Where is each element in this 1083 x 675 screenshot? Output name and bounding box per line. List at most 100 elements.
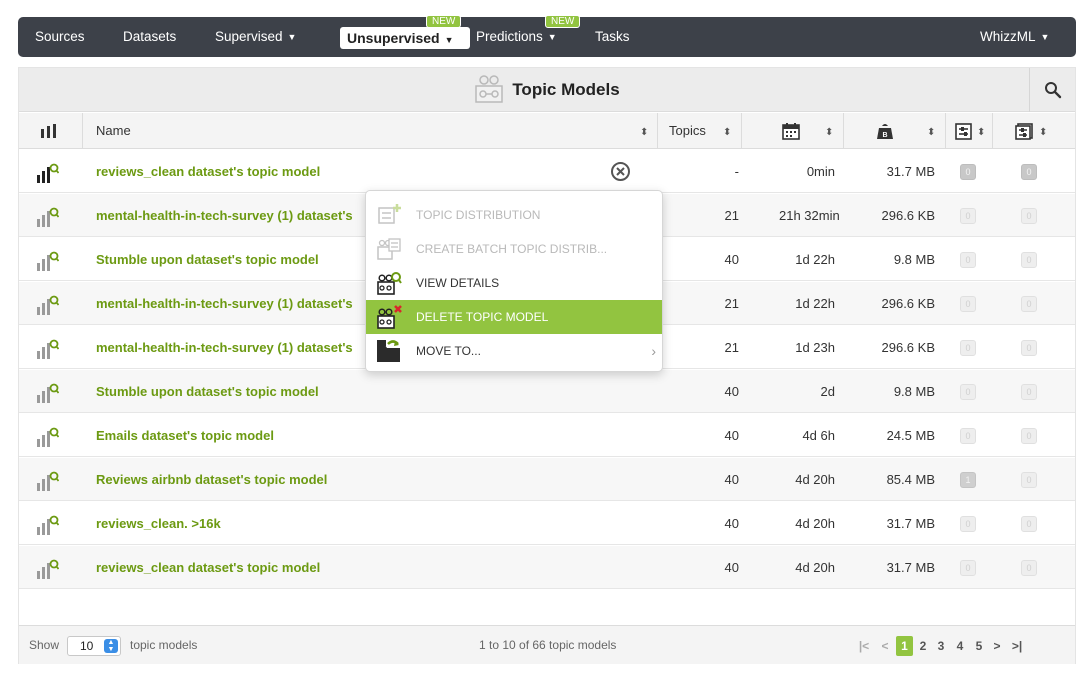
batch-topic-distributions-count-badge[interactable]: 0 — [1021, 428, 1037, 444]
row-name-link[interactable]: reviews_clean dataset's topic model — [96, 150, 320, 193]
topic-distributions-count-badge[interactable]: 0 — [960, 296, 976, 312]
topic-model-row-icon[interactable] — [37, 326, 67, 369]
column-topics-header[interactable]: Topics — [669, 113, 706, 149]
page-button-4[interactable]: 4 — [953, 636, 967, 656]
topic-model-row-icon[interactable] — [37, 150, 67, 193]
row-name-link[interactable]: Stumble upon dataset's topic model — [96, 370, 319, 413]
nav-whizzml-label: WhizzML — [980, 29, 1036, 44]
topic-distributions-count-badge[interactable]: 0 — [960, 560, 976, 576]
row-size: 9.8 MB — [893, 252, 935, 267]
sort-name-icon[interactable]: ⬍ — [640, 113, 648, 149]
sort-btd-icon[interactable]: ⬍ — [1039, 113, 1047, 149]
row-age: 4d 20h — [795, 472, 835, 487]
row-name-link[interactable]: mental-health-in-tech-survey (1) dataset… — [96, 282, 353, 325]
column-separator — [992, 113, 993, 149]
topic-model-row-icon[interactable] — [37, 414, 67, 457]
bar-chart-icon[interactable] — [41, 124, 57, 138]
topic-model-row-icon[interactable] — [37, 282, 67, 325]
table-row[interactable]: Reviews airbnb dataset's topic model 40 4d… — [19, 458, 1075, 501]
topic-distributions-count-badge[interactable]: 0 — [960, 208, 976, 224]
batch-topic-distributions-count-badge[interactable]: 0 — [1021, 340, 1037, 356]
nav-datasets[interactable]: Datasets — [123, 17, 176, 57]
topic-distributions-count-badge[interactable]: 0 — [960, 252, 976, 268]
table-row[interactable]: reviews_clean dataset's topic model 40 4d … — [19, 546, 1075, 589]
table-row[interactable]: Stumble upon dataset's topic model 40 2d 9.… — [19, 370, 1075, 413]
page-button-5[interactable]: 5 — [972, 636, 986, 656]
topic-distributions-count-badge[interactable]: 1 — [960, 472, 976, 488]
prev-page-icon[interactable]: < — [878, 636, 892, 656]
batch-topic-distribution-col-icon[interactable] — [1015, 123, 1033, 140]
last-page-icon[interactable]: >| — [1008, 636, 1026, 656]
page-title-text: Topic Models — [512, 80, 620, 99]
topic-model-row-icon[interactable] — [37, 546, 67, 589]
nav-tasks[interactable]: Tasks — [595, 17, 630, 57]
sort-td-icon[interactable]: ⬍ — [977, 113, 985, 149]
row-name-link[interactable]: reviews_clean. >16k — [96, 502, 221, 545]
topic-distributions-count-badge[interactable]: 0 — [960, 164, 976, 180]
sort-size-icon[interactable]: ⬍ — [927, 113, 935, 149]
sort-date-icon[interactable]: ⬍ — [825, 113, 833, 149]
nav-whizzml[interactable]: WhizzML ▼ — [980, 17, 1049, 57]
menu-delete-topic-model[interactable]: DELETE TOPIC MODEL — [366, 300, 662, 334]
topic-model-row-icon[interactable] — [37, 238, 67, 281]
nav-unsupervised[interactable]: Unsupervised ▼ — [340, 27, 470, 49]
next-page-icon[interactable]: > — [990, 636, 1004, 656]
row-name-link[interactable]: mental-health-in-tech-survey (1) dataset… — [96, 326, 353, 369]
topic-distributions-count-badge[interactable]: 0 — [960, 384, 976, 400]
row-name-link[interactable]: reviews_clean dataset's topic model — [96, 546, 320, 589]
page-button-3[interactable]: 3 — [934, 636, 948, 656]
search-button[interactable] — [1029, 68, 1075, 112]
topic-model-row-icon[interactable] — [37, 194, 67, 237]
table-row[interactable]: reviews_clean dataset's topic model - 0min… — [19, 150, 1075, 193]
menu-create-batch[interactable]: CREATE BATCH TOPIC DISTRIB... — [366, 232, 662, 266]
column-name-header[interactable]: Name — [96, 113, 131, 149]
batch-topic-distributions-count-badge[interactable]: 0 — [1021, 516, 1037, 532]
topic-model-row-icon[interactable] — [37, 458, 67, 501]
batch-topic-distributions-count-badge[interactable]: 0 — [1021, 472, 1037, 488]
batch-topic-distributions-count-badge[interactable]: 0 — [1021, 164, 1037, 180]
topic-model-row-icon[interactable] — [37, 502, 67, 545]
topic-distributions-count-badge[interactable]: 0 — [960, 340, 976, 356]
topic-distributions-count-badge[interactable]: 0 — [960, 516, 976, 532]
size-weight-icon[interactable]: B — [876, 122, 894, 140]
column-separator — [843, 113, 844, 149]
topic-distribution-col-icon[interactable] — [955, 123, 972, 140]
row-size: 31.7 MB — [886, 516, 935, 531]
page-button-2[interactable]: 2 — [916, 636, 930, 656]
menu-move-to[interactable]: MOVE TO... › — [366, 334, 662, 368]
table-row[interactable]: reviews_clean. >16k 40 4d 20h 31.7 MB 0 0 — [19, 502, 1075, 545]
nav-sources[interactable]: Sources — [35, 17, 85, 57]
topic-model-row-icon[interactable] — [37, 370, 67, 413]
column-separator — [945, 113, 946, 149]
calendar-icon[interactable] — [782, 122, 800, 140]
row-actions-close-icon[interactable] — [611, 162, 630, 181]
row-name-link[interactable]: Emails dataset's topic model — [96, 414, 274, 457]
topic-distributions-count-badge[interactable]: 0 — [960, 428, 976, 444]
caret-down-icon: ▼ — [1040, 32, 1050, 42]
page-size-select[interactable]: 10 ▲ ▼ — [67, 636, 121, 656]
first-page-icon[interactable]: |< — [856, 636, 872, 656]
nav-supervised[interactable]: Supervised ▼ — [215, 17, 296, 57]
table-row[interactable]: Emails dataset's topic model 40 4d 6h 24.5 … — [19, 414, 1075, 457]
batch-topic-distributions-count-badge[interactable]: 0 — [1021, 208, 1037, 224]
page-button-1[interactable]: 1 — [896, 636, 913, 656]
batch-topic-distributions-count-badge[interactable]: 0 — [1021, 252, 1037, 268]
row-name-link[interactable]: Stumble upon dataset's topic model — [96, 238, 319, 281]
row-name-link[interactable]: Reviews airbnb dataset's topic model — [96, 458, 327, 501]
row-name-link[interactable]: mental-health-in-tech-survey (1) dataset… — [96, 194, 353, 237]
batch-topic-distributions-count-badge[interactable]: 0 — [1021, 384, 1037, 400]
sort-topics-icon[interactable]: ⬍ — [723, 113, 731, 149]
row-topics: 40 — [724, 252, 739, 267]
view-details-icon — [377, 272, 402, 295]
menu-view-details[interactable]: VIEW DETAILS — [366, 266, 662, 300]
table-footer: Show 10 ▲ ▼ topic models 1 to 10 of 66 to… — [19, 625, 1075, 664]
row-age: 21h 32min — [779, 208, 840, 223]
menu-item-label: DELETE TOPIC MODEL — [416, 310, 549, 324]
topic-model-icon — [475, 74, 504, 103]
batch-topic-distributions-count-badge[interactable]: 0 — [1021, 560, 1037, 576]
menu-topic-distribution[interactable]: TOPIC DISTRIBUTION — [366, 198, 662, 232]
batch-topic-distributions-count-badge[interactable]: 0 — [1021, 296, 1037, 312]
chevron-right-icon: › — [651, 343, 656, 359]
topic-distribution-icon — [378, 204, 401, 224]
nav-predictions-label: Predictions — [476, 29, 543, 44]
